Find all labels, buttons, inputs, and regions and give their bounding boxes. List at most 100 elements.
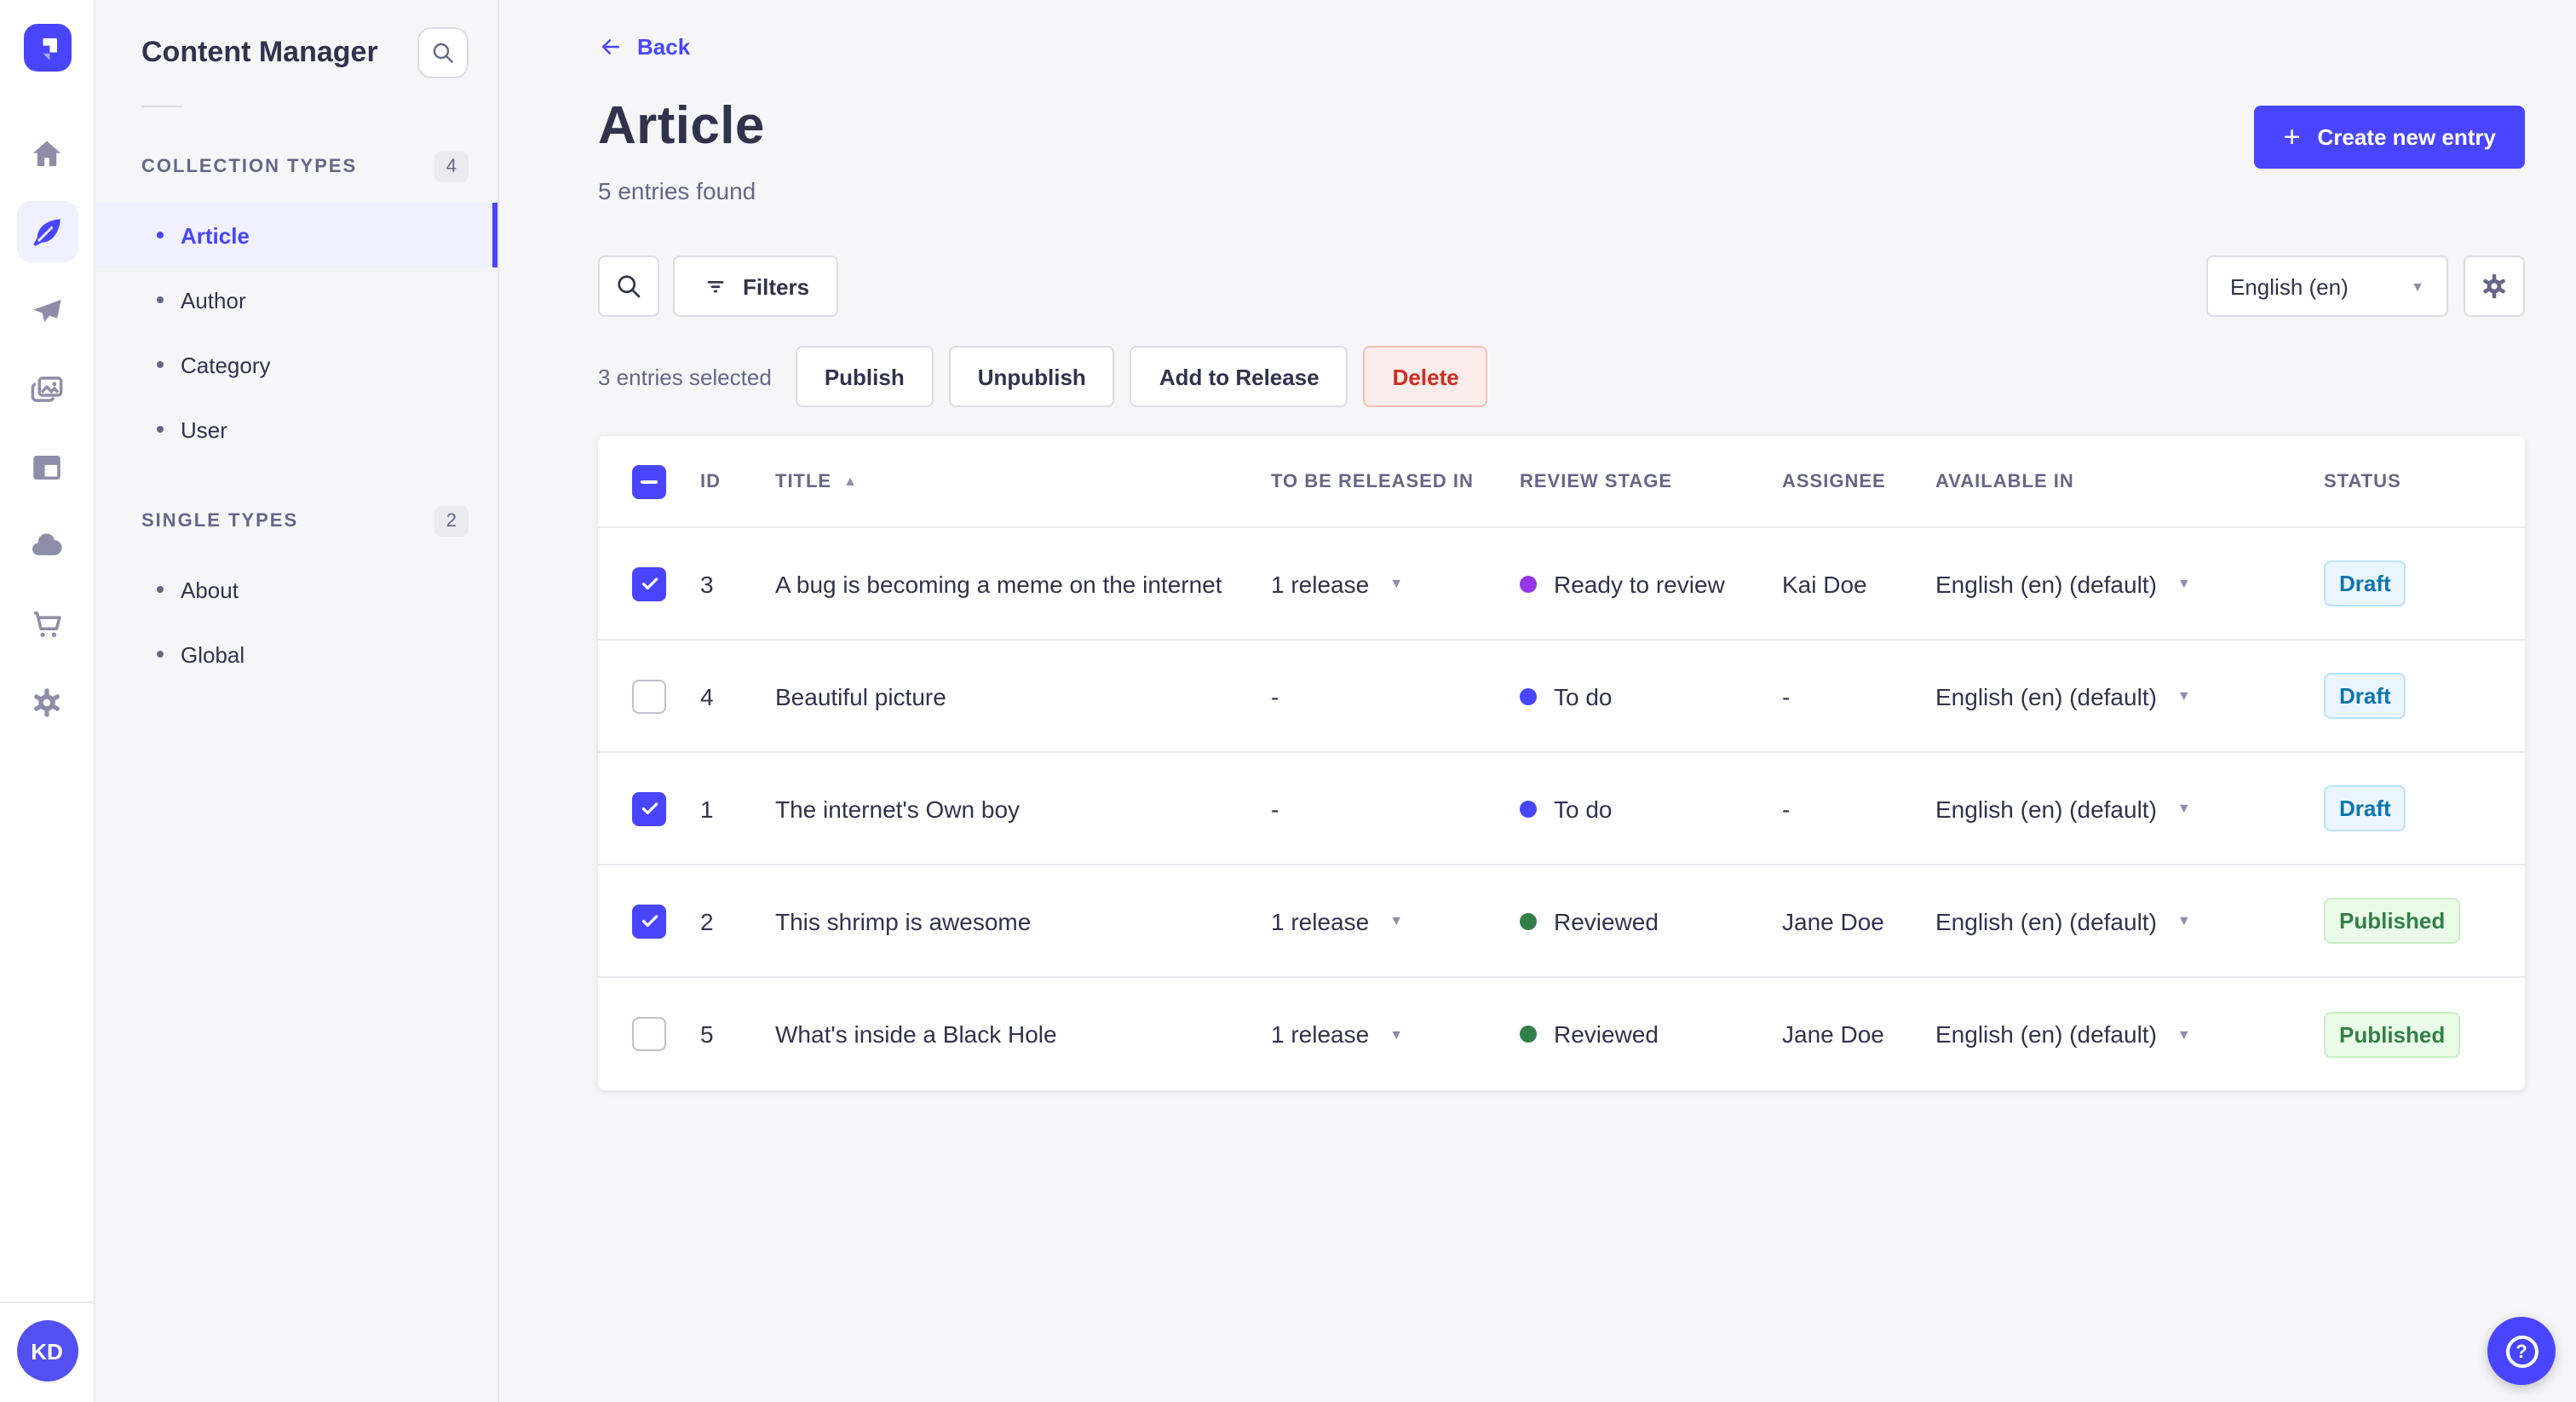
chevron-down-icon: ▼ xyxy=(2176,801,2191,816)
bullet-icon xyxy=(157,361,164,368)
filters-button[interactable]: Filters xyxy=(673,256,839,317)
status-badge: Draft xyxy=(2324,560,2406,606)
cell-to-be-released-in[interactable]: 1 release ▼ xyxy=(1271,1020,1520,1048)
nav-settings[interactable] xyxy=(16,671,78,733)
cell-assignee: - xyxy=(1782,795,1791,822)
bullet-icon xyxy=(157,586,164,593)
cell-id: 4 xyxy=(700,682,714,710)
nav-cloud[interactable] xyxy=(16,514,78,576)
cell-id: 2 xyxy=(700,907,714,934)
add-to-release-button[interactable]: Add to Release xyxy=(1130,346,1348,407)
cell-available-in[interactable]: English (en) (default) ▼ xyxy=(1935,795,2324,822)
column-header-to-be-released-in[interactable]: TO BE RELEASED IN xyxy=(1271,471,1520,491)
column-header-assignee[interactable]: ASSIGNEE xyxy=(1782,471,1935,491)
sidebar-item-article[interactable]: Article xyxy=(95,203,497,267)
unpublish-button[interactable]: Unpublish xyxy=(948,346,1115,407)
row-checkbox[interactable] xyxy=(632,566,666,600)
avatar[interactable]: KD xyxy=(16,1320,78,1382)
cell-review-stage: To do xyxy=(1520,795,1782,822)
sidebar-section: COLLECTION TYPES 4 Article Author Catego… xyxy=(95,152,497,462)
back-link[interactable]: Back xyxy=(598,34,690,60)
cell-id: 3 xyxy=(700,570,714,597)
table-header-row: ID TITLE ▲ TO BE RELEASED IN REVIEW STAGE ASS… xyxy=(598,436,2525,528)
cell-to-be-released-in[interactable]: 1 release ▼ xyxy=(1271,570,1520,597)
nav-media-library[interactable] xyxy=(16,358,78,419)
nav-content-manager[interactable] xyxy=(16,201,78,262)
status-badge: Published xyxy=(2324,1011,2461,1057)
cell-title: This shrimp is awesome xyxy=(775,907,1032,934)
table-row[interactable]: 2 This shrimp is awesome 1 release ▼ Reviewe… xyxy=(598,865,2525,978)
stage-dot-icon xyxy=(1520,687,1537,704)
stage-dot-icon xyxy=(1520,1026,1537,1043)
sidebar-item-label: Article xyxy=(181,222,250,248)
publish-button[interactable]: Publish xyxy=(795,346,934,407)
search-icon xyxy=(429,39,457,66)
media-library-icon xyxy=(29,371,65,406)
sidebar-search-button[interactable] xyxy=(417,27,469,78)
stage-dot-icon xyxy=(1520,800,1537,817)
strapi-logo-icon xyxy=(42,38,56,60)
chevron-down-icon: ▼ xyxy=(2176,1026,2191,1042)
select-all-checkbox[interactable] xyxy=(632,464,666,498)
chevron-down-icon: ▼ xyxy=(1389,913,1404,928)
row-checkbox[interactable] xyxy=(632,791,666,825)
column-header-available-in[interactable]: AVAILABLE IN xyxy=(1935,471,2324,491)
cell-available-in[interactable]: English (en) (default) ▼ xyxy=(1935,907,2324,934)
cell-id: 1 xyxy=(700,795,714,822)
nav-home[interactable] xyxy=(16,123,78,184)
list-search-button[interactable] xyxy=(598,256,659,317)
cell-title: A bug is becoming a meme on the internet xyxy=(775,570,1222,597)
selected-count: 3 entries selected xyxy=(598,364,772,389)
back-arrow-icon xyxy=(598,34,624,60)
nav-content-type-builder[interactable] xyxy=(16,436,78,497)
sidebar-item-user[interactable]: User xyxy=(95,397,497,462)
entries-count: 5 entries found xyxy=(598,177,756,204)
main-nav-rail: KD xyxy=(0,0,95,1402)
cell-review-stage: Reviewed xyxy=(1520,1020,1782,1048)
status-badge: Draft xyxy=(2324,673,2406,719)
view-settings-button[interactable] xyxy=(2464,256,2525,317)
row-checkbox[interactable] xyxy=(632,679,666,713)
locale-select[interactable]: English (en) ▼ xyxy=(2206,256,2448,317)
create-new-entry-button[interactable]: + Create new entry xyxy=(2254,106,2525,169)
cell-to-be-released-in[interactable]: 1 release ▼ xyxy=(1271,907,1520,934)
strapi-logo[interactable] xyxy=(23,24,71,72)
cell-available-in[interactable]: English (en) (default) ▼ xyxy=(1935,1020,2324,1048)
bullet-icon xyxy=(157,651,164,658)
question-mark-icon: ? xyxy=(2505,1335,2538,1367)
sort-ascending-icon: ▲ xyxy=(843,474,858,489)
cell-review-stage: Reviewed xyxy=(1520,907,1782,934)
rail-footer: KD xyxy=(0,1301,94,1402)
sidebar-item-category[interactable]: Category xyxy=(95,332,497,397)
table-row[interactable]: 5 What's inside a Black Hole 1 release ▼ Rev… xyxy=(598,978,2525,1090)
delete-button[interactable]: Delete xyxy=(1363,346,1488,407)
search-icon xyxy=(613,271,644,302)
cell-available-in[interactable]: English (en) (default) ▼ xyxy=(1935,570,2324,597)
sidebar-item-about[interactable]: About xyxy=(95,557,497,622)
column-header-status[interactable]: STATUS xyxy=(2324,471,2491,491)
sidebar-item-label: Category xyxy=(181,352,271,377)
nav-marketplace[interactable] xyxy=(16,593,78,654)
content-manager-sidebar: Content Manager COLLECTION TYPES 4 Artic… xyxy=(95,0,499,1402)
section-label: SINGLE TYPES xyxy=(141,511,299,531)
cell-assignee: Jane Doe xyxy=(1782,1020,1884,1048)
help-button[interactable]: ? xyxy=(2487,1317,2556,1385)
cell-title: What's inside a Black Hole xyxy=(775,1020,1057,1048)
column-header-title[interactable]: TITLE ▲ xyxy=(775,471,1271,491)
stage-dot-icon xyxy=(1520,575,1537,592)
table-row[interactable]: 1 The internet's Own boy - To do - English (e… xyxy=(598,753,2525,865)
bullet-icon xyxy=(157,426,164,433)
sidebar-item-author[interactable]: Author xyxy=(95,267,497,332)
table-row[interactable]: 3 A bug is becoming a meme on the interne… xyxy=(598,528,2525,641)
row-checkbox[interactable] xyxy=(632,1017,666,1051)
column-header-review-stage[interactable]: REVIEW STAGE xyxy=(1520,471,1782,491)
sidebar-item-global[interactable]: Global xyxy=(95,622,497,687)
table-row[interactable]: 4 Beautiful picture - To do - English (en) (d… xyxy=(598,641,2525,753)
row-checkbox[interactable] xyxy=(632,904,666,938)
gear-icon xyxy=(2479,271,2510,302)
nav-releases[interactable] xyxy=(16,279,78,341)
cell-assignee: - xyxy=(1782,682,1791,710)
cell-available-in[interactable]: English (en) (default) ▼ xyxy=(1935,682,2324,710)
cell-assignee: Kai Doe xyxy=(1782,570,1867,597)
column-header-id[interactable]: ID xyxy=(700,471,775,491)
